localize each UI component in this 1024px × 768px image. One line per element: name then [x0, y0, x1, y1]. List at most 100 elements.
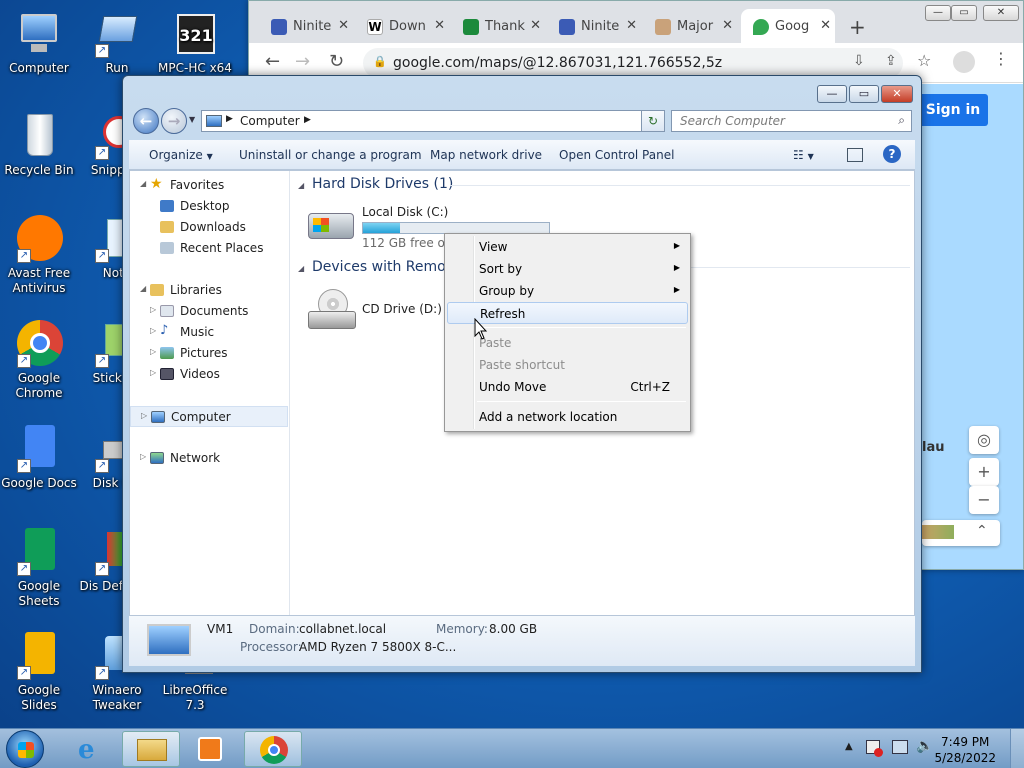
desktop-icon-gslides[interactable]: ↗ Google Slides	[0, 632, 78, 713]
map-layers-strip[interactable]: ⌃	[922, 520, 1000, 546]
address-bar[interactable]: ▶ Computer ▶ ▼	[201, 110, 665, 132]
nav-item-recent-places[interactable]: Recent Places	[130, 238, 288, 259]
nav-item-pictures[interactable]: ▷ Pictures	[130, 343, 288, 364]
zoom-in-button[interactable]: +	[969, 458, 999, 486]
chrome-tab-active[interactable]: Goog ✕	[741, 9, 835, 43]
volume-icon[interactable]: 🔈	[916, 738, 933, 754]
menu-item-group-by[interactable]: Group by ▶	[447, 280, 688, 302]
action-center-icon[interactable]	[866, 740, 883, 757]
desktop-icon-gsheets[interactable]: ↗ Google Sheets	[0, 528, 78, 609]
minimize-button[interactable]: —	[817, 85, 847, 103]
menu-item-paste-shortcut[interactable]: Paste shortcut	[447, 354, 688, 376]
collapsed-triangle-icon[interactable]: ▷	[150, 368, 156, 377]
menu-item-add-network-location[interactable]: Add a network location	[447, 406, 688, 428]
breadcrumb-chevron-icon[interactable]: ▶	[304, 115, 311, 125]
chrome-tab[interactable]: W Down ✕	[355, 9, 449, 43]
reload-icon[interactable]: ↻	[329, 51, 344, 72]
close-tab-icon[interactable]: ✕	[434, 18, 445, 33]
breadcrumb-chevron-icon[interactable]: ▶	[226, 114, 233, 124]
address-bar[interactable]: 🔒 google.com/maps/@12.867031,121.766552,5…	[363, 48, 903, 78]
start-button[interactable]	[6, 730, 44, 768]
back-arrow-icon[interactable]: ←	[265, 51, 280, 72]
close-tab-icon[interactable]: ✕	[626, 18, 637, 33]
close-tab-icon[interactable]: ✕	[338, 18, 349, 33]
group-collapse-icon[interactable]: ◢	[298, 264, 304, 273]
help-icon[interactable]: ?	[883, 145, 901, 163]
zoom-out-button[interactable]: −	[969, 486, 999, 514]
group-collapse-icon[interactable]: ◢	[298, 181, 304, 190]
menu-item-view[interactable]: View ▶	[447, 236, 688, 258]
forward-arrow-icon[interactable]: →	[161, 108, 187, 134]
nav-item-desktop[interactable]: Desktop	[130, 196, 288, 217]
sign-in-button[interactable]: Sign in	[918, 94, 988, 126]
chrome-tab[interactable]: Ninite ✕	[259, 9, 353, 43]
desktop-icon-mpc[interactable]: 321 MPC-HC x64	[156, 10, 234, 76]
drive-d[interactable]: CD Drive (D:)	[304, 289, 454, 335]
nav-item-documents[interactable]: ▷ Documents	[130, 301, 288, 322]
new-tab-button[interactable]: +	[849, 15, 866, 39]
desktop-icon-recycle[interactable]: Recycle Bin	[0, 112, 78, 178]
back-arrow-icon[interactable]: ←	[133, 108, 159, 134]
change-view-icon[interactable]: ☷ ▼	[793, 148, 814, 162]
nav-item-videos[interactable]: ▷ Videos	[130, 364, 288, 385]
forward-arrow-icon[interactable]: →	[295, 51, 310, 72]
maximize-button[interactable]: ▭	[951, 5, 977, 21]
profile-avatar-icon[interactable]	[953, 51, 975, 73]
group-header-hdd[interactable]: Hard Disk Drives (1)	[312, 176, 453, 192]
nav-item-favorites[interactable]: ◢ ★ Favorites	[130, 175, 288, 196]
desktop-icon-gdocs[interactable]: ↗ Google Docs	[0, 425, 78, 491]
chrome-tab[interactable]: Thank ✕	[451, 9, 545, 43]
chrome-tab[interactable]: Ninite ✕	[547, 9, 641, 43]
chrome-menu-icon[interactable]: ⋮	[993, 49, 1009, 68]
desktop-icon-chrome[interactable]: ↗ Google Chrome	[0, 320, 78, 401]
desktop-icon-avast[interactable]: ↗ Avast Free Antivirus	[0, 215, 78, 296]
install-icon[interactable]: ⇩	[853, 53, 865, 69]
group-header-removable[interactable]: Devices with Remov	[312, 259, 454, 275]
map-network-drive-button[interactable]: Map network drive	[430, 148, 542, 162]
taskbar-chrome-button[interactable]	[244, 731, 302, 767]
close-button[interactable]: ✕	[983, 5, 1019, 21]
close-tab-icon[interactable]: ✕	[820, 18, 831, 33]
close-button[interactable]: ✕	[881, 85, 913, 103]
uninstall-program-button[interactable]: Uninstall or change a program	[239, 148, 422, 162]
nav-item-computer[interactable]: ▷ Computer	[130, 406, 288, 427]
nav-item-libraries[interactable]: ◢ Libraries	[130, 280, 288, 301]
nav-item-downloads[interactable]: Downloads	[130, 217, 288, 238]
recent-pages-chevron-icon[interactable]: ▼	[189, 115, 195, 124]
collapsed-triangle-icon[interactable]: ▷	[140, 452, 146, 461]
menu-item-undo-move[interactable]: Undo Move Ctrl+Z	[447, 376, 688, 398]
desktop-icon-run[interactable]: ↗ Run	[78, 10, 156, 76]
collapsed-triangle-icon[interactable]: ▷	[150, 305, 156, 314]
preview-pane-icon[interactable]	[847, 148, 863, 162]
collapsed-triangle-icon[interactable]: ▷	[150, 347, 156, 356]
show-desktop-button[interactable]	[1010, 729, 1024, 768]
open-control-panel-button[interactable]: Open Control Panel	[559, 148, 674, 162]
maximize-button[interactable]: ▭	[849, 85, 879, 103]
expand-triangle-icon[interactable]: ◢	[140, 284, 146, 293]
expand-triangle-icon[interactable]: ◢	[140, 179, 146, 188]
menu-item-sort-by[interactable]: Sort by ▶	[447, 258, 688, 280]
share-icon[interactable]: ⇪	[885, 53, 897, 69]
search-input[interactable]: Search Computer ⌕	[671, 110, 912, 132]
refresh-icon[interactable]: ↻	[641, 110, 665, 132]
network-status-icon[interactable]	[892, 740, 908, 754]
media-player-icon	[198, 737, 222, 761]
system-clock[interactable]: 7:49 PM 5/28/2022	[934, 734, 996, 766]
organize-button[interactable]: Organize ▼	[149, 148, 213, 162]
collapsed-triangle-icon[interactable]: ▷	[150, 326, 156, 335]
close-tab-icon[interactable]: ✕	[722, 18, 733, 33]
nav-item-network[interactable]: ▷ Network	[130, 448, 288, 469]
breadcrumb-computer[interactable]: Computer	[240, 114, 300, 128]
chrome-tab[interactable]: Major ✕	[643, 9, 737, 43]
taskbar-media-button[interactable]	[182, 731, 240, 767]
collapsed-triangle-icon[interactable]: ▷	[141, 411, 147, 420]
star-icon[interactable]: ☆	[917, 51, 931, 70]
show-hidden-icons-icon[interactable]: ▲	[845, 741, 853, 752]
nav-item-music[interactable]: ▷ ♪ Music	[130, 322, 288, 343]
my-location-icon[interactable]: ◎	[969, 426, 999, 454]
minimize-button[interactable]: —	[925, 5, 951, 21]
close-tab-icon[interactable]: ✕	[530, 18, 541, 33]
taskbar-explorer-button[interactable]	[122, 731, 180, 767]
taskbar-ie-button[interactable]: e	[62, 731, 120, 767]
desktop-icon-computer[interactable]: Computer	[0, 10, 78, 76]
